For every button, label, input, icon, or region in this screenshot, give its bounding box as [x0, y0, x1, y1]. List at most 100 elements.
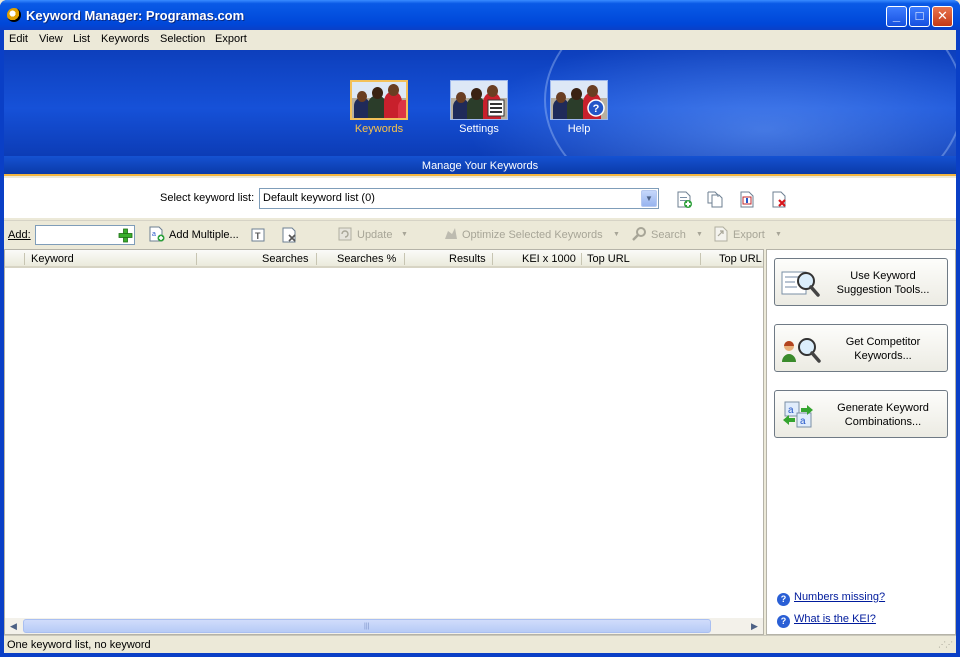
column-kei[interactable]: KEI x 1000 [522, 253, 576, 265]
optimize-dropdown-icon[interactable]: ▼ [613, 231, 620, 238]
resize-grip-icon[interactable]: ⋰⋰ [938, 640, 953, 649]
status-bar: One keyword list, no keyword ⋰⋰ [4, 635, 956, 653]
copy-list-icon[interactable] [707, 191, 723, 208]
add-multiple-icon: a [149, 226, 165, 242]
generate-combinations-button[interactable]: a a Generate Keyword Combinations... [774, 390, 948, 438]
nav-settings-label: Settings [459, 123, 499, 135]
delete-list-icon[interactable] [771, 191, 787, 208]
export-button[interactable]: Export [713, 226, 773, 244]
nav-settings[interactable]: Settings [447, 80, 511, 135]
column-separator [316, 253, 317, 265]
svg-text:a: a [152, 231, 156, 238]
column-separator [196, 253, 197, 265]
app-window: Keyword Manager: Programas.com _ □ ✕ Edi… [0, 0, 960, 657]
column-searches-percent[interactable]: Searches % [337, 253, 396, 265]
scroll-grip-icon: ||| [364, 623, 370, 630]
add-plus-icon[interactable] [118, 228, 133, 243]
rename-list-icon[interactable] [739, 191, 755, 208]
maximize-button[interactable]: □ [909, 6, 930, 27]
nav-help[interactable]: ? Help [547, 80, 611, 135]
window-title: Keyword Manager: Programas.com [26, 8, 245, 23]
client-area: Edit View List Keywords Selection Export [4, 30, 956, 653]
nav-keywords-label: Keywords [354, 123, 404, 135]
export-dropdown-icon[interactable]: ▼ [775, 231, 782, 238]
combinations-icon: a a [783, 401, 813, 428]
nav-keywords[interactable]: Keywords [347, 80, 411, 135]
what-is-kei-link[interactable]: What is the KEI? [794, 613, 876, 625]
competitor-keywords-button[interactable]: Get Competitor Keywords... [774, 324, 948, 372]
keyword-list-select[interactable]: Default keyword list (0) ▼ [259, 188, 659, 209]
keyword-list-label: Select keyword list: [160, 192, 255, 204]
scroll-right-icon[interactable]: ▶ [747, 619, 762, 633]
scroll-left-icon[interactable]: ◀ [6, 619, 21, 633]
close-button[interactable]: ✕ [932, 6, 953, 27]
menu-list[interactable]: List [73, 33, 90, 45]
horizontal-scrollbar[interactable]: ◀ ||| ▶ [5, 618, 763, 634]
scroll-thumb[interactable]: ||| [23, 619, 711, 633]
close-icon: ✕ [937, 8, 948, 23]
suggestion-tools-line2: Suggestion Tools... [836, 284, 930, 296]
update-dropdown-icon[interactable]: ▼ [401, 231, 408, 238]
menu-edit[interactable]: Edit [9, 33, 28, 45]
header-banner: Keywords Settings ? Help [4, 50, 956, 156]
text-format-icon[interactable]: T [250, 227, 266, 243]
suggestion-tools-line1: Use Keyword [850, 270, 916, 282]
menu-selection[interactable]: Selection [160, 33, 205, 45]
nav-help-label: Help [567, 123, 591, 135]
settings-list-icon [487, 99, 505, 117]
add-multiple-button[interactable]: a Add Multiple... [149, 226, 241, 244]
generate-combinations-line2: Combinations... [844, 416, 922, 428]
column-separator [700, 253, 701, 265]
keyword-table[interactable]: Keyword Searches Searches % Results KEI … [4, 249, 764, 635]
keyword-list-value: Default keyword list (0) [263, 192, 375, 204]
numbers-missing-link-row: ? Numbers missing? [777, 591, 885, 606]
column-top-url-2[interactable]: Top URL [719, 253, 762, 265]
help-question-icon: ? [587, 99, 605, 117]
help-photo-icon: ? [550, 80, 608, 120]
column-results[interactable]: Results [449, 253, 486, 265]
chevron-down-icon[interactable]: ▼ [641, 190, 657, 207]
svg-text:a: a [788, 405, 794, 416]
help-question-icon: ? [777, 593, 790, 606]
app-icon [7, 8, 21, 22]
search-button[interactable]: Search [631, 226, 691, 244]
settings-photo-icon [450, 80, 508, 120]
column-keyword[interactable]: Keyword [31, 253, 74, 265]
optimize-button[interactable]: Optimize Selected Keywords [443, 226, 613, 244]
suggestion-magnifier-icon [781, 271, 820, 297]
title-bar[interactable]: Keyword Manager: Programas.com _ □ ✕ [0, 0, 960, 30]
menu-view[interactable]: View [39, 33, 63, 45]
menu-keywords[interactable]: Keywords [101, 33, 149, 45]
remove-keyword-icon[interactable] [282, 227, 298, 243]
column-searches[interactable]: Searches [262, 253, 308, 265]
keyword-toolbar: Add: a Add Multiple... T Update ▼ Optimi… [4, 220, 956, 248]
optimize-icon [445, 228, 457, 239]
optimize-label: Optimize Selected Keywords [462, 229, 603, 241]
minimize-button[interactable]: _ [886, 6, 907, 27]
column-separator [492, 253, 493, 265]
keyword-list-row: Select keyword list: Default keyword lis… [4, 178, 956, 218]
status-text: One keyword list, no keyword [7, 639, 151, 651]
add-label: Add: [8, 229, 31, 241]
section-title: Manage Your Keywords [4, 156, 956, 176]
numbers-missing-link[interactable]: Numbers missing? [794, 591, 885, 603]
menu-export[interactable]: Export [215, 33, 247, 45]
minimize-icon: _ [892, 8, 901, 23]
svg-text:T: T [255, 231, 261, 241]
keywords-photo-icon [350, 80, 408, 120]
column-separator [581, 253, 582, 265]
update-icon [338, 227, 352, 241]
competitor-magnifier-icon [782, 338, 821, 363]
column-top-url[interactable]: Top URL [587, 253, 630, 265]
suggestion-tools-button[interactable]: Use Keyword Suggestion Tools... [774, 258, 948, 306]
search-dropdown-icon[interactable]: ▼ [696, 231, 703, 238]
svg-text:a: a [800, 416, 806, 427]
kei-link-row: ? What is the KEI? [777, 613, 876, 628]
new-list-icon[interactable] [676, 191, 692, 208]
competitor-keywords-line2: Keywords... [854, 350, 912, 362]
generate-combinations-line1: Generate Keyword [837, 402, 929, 414]
side-panel: Use Keyword Suggestion Tools... Get Comp… [766, 249, 956, 635]
help-question-icon: ? [777, 615, 790, 628]
export-label: Export [733, 229, 765, 241]
generate-combinations-label: Generate Keyword Combinations... [825, 401, 941, 429]
